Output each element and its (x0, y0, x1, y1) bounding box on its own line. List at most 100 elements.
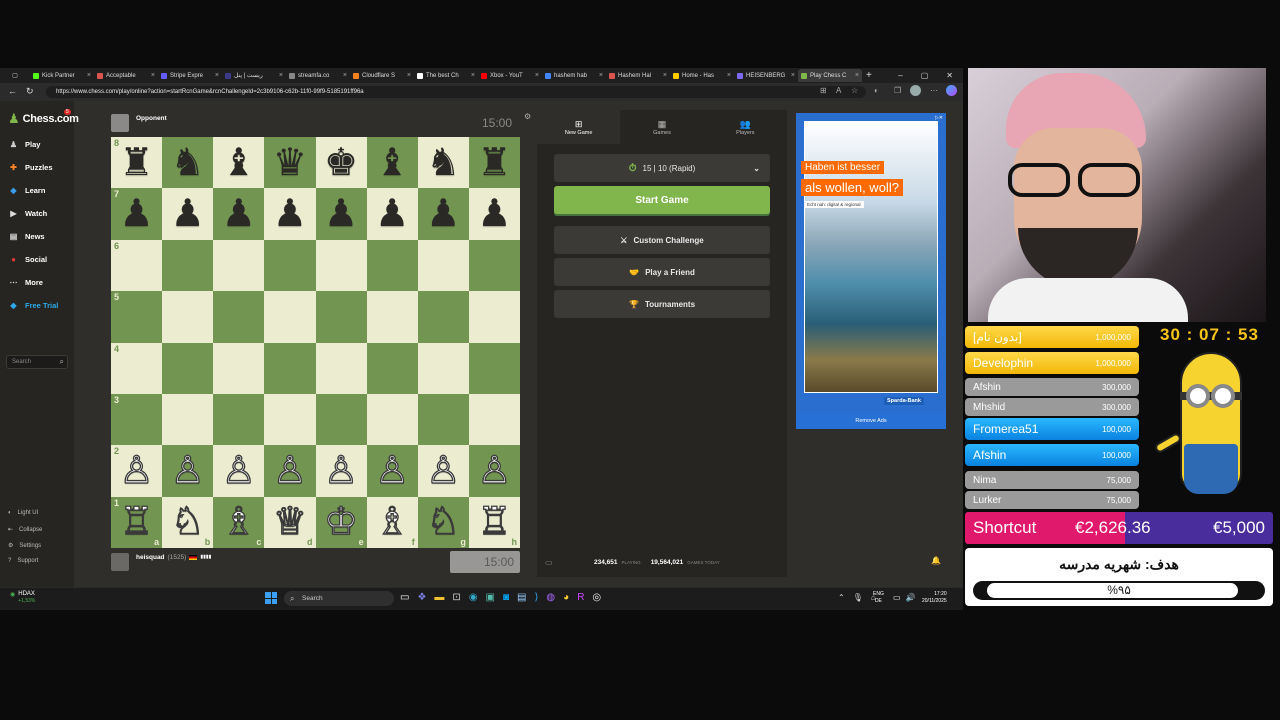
board-square[interactable]: ♙ (315, 445, 367, 497)
tab-close-icon[interactable]: × (279, 72, 283, 79)
black-piece[interactable]: ♜ (477, 144, 511, 182)
board-square[interactable]: ♙ (468, 445, 520, 497)
browser-tab[interactable]: ریست | پنل × (222, 69, 286, 82)
black-piece[interactable]: ♞ (171, 144, 205, 182)
board-square[interactable] (264, 342, 316, 394)
white-piece[interactable]: ♗ (221, 503, 256, 542)
sidebar-item-learn[interactable]: ◆ Learn (8, 185, 45, 196)
board-square[interactable]: ♝ (213, 137, 265, 189)
chevron-up-icon[interactable]: ⌃ (838, 593, 845, 602)
board-square[interactable] (417, 239, 469, 292)
maximize-icon[interactable]: ▢ (921, 71, 929, 80)
sidebar-item-news[interactable]: ▤ News (8, 231, 45, 242)
chrome-icon[interactable]: ◕ (563, 592, 569, 603)
display-icon[interactable]: ▭ (893, 593, 901, 602)
notification-bell-icon[interactable]: 🔔 (931, 556, 941, 565)
black-piece[interactable]: ♛ (273, 144, 307, 182)
board-square[interactable]: ♜ (468, 137, 520, 189)
board-square[interactable]: ♙ (366, 445, 418, 497)
search-input[interactable]: Search ⌕ (6, 355, 68, 369)
black-piece[interactable]: ♟ (222, 195, 256, 233)
board-square[interactable] (417, 342, 469, 394)
board-square[interactable]: h ♖ (468, 496, 520, 548)
menu-dots-icon[interactable]: ⋯ (930, 86, 938, 95)
board-square[interactable]: 8 ♜ (111, 137, 163, 189)
browser-tab[interactable]: hashem hab × (542, 69, 606, 82)
board-square[interactable] (417, 393, 469, 446)
tournaments-button[interactable]: 🏆 Tournaments (554, 290, 770, 318)
board-square[interactable] (468, 342, 520, 394)
board-square[interactable]: 6 (111, 239, 163, 292)
browser-tab[interactable]: Xbox - YouT × (478, 69, 542, 82)
copilot-icon[interactable] (946, 85, 957, 96)
browser-tab[interactable]: Stripe Expre × (158, 69, 222, 82)
rider-icon[interactable]: R (577, 592, 584, 603)
teams-icon[interactable]: ❖ (417, 592, 426, 603)
board-square[interactable]: ♟ (366, 188, 418, 240)
black-piece[interactable]: ♝ (222, 144, 256, 182)
board-square[interactable] (468, 291, 520, 343)
board-square[interactable]: ♙ (417, 445, 469, 497)
white-piece[interactable]: ♗ (374, 503, 409, 542)
tab-close-icon[interactable]: × (535, 72, 539, 79)
white-piece[interactable]: ♘ (426, 503, 461, 542)
board-square[interactable]: 3 (111, 393, 163, 446)
board-square[interactable] (315, 342, 367, 394)
browser-tab[interactable]: Play Chess C × (798, 69, 862, 82)
tab-close-icon[interactable]: × (215, 72, 219, 79)
browser-tab[interactable]: Kick Partner × (30, 69, 94, 82)
mic-icon[interactable]: 🎙 (853, 593, 863, 602)
black-piece[interactable]: ♜ (120, 144, 154, 182)
board-square[interactable]: ♟ (315, 188, 367, 240)
ad-banner[interactable]: Haben ist besser als wollen, woll? Echt … (796, 113, 946, 429)
volume-icon[interactable]: 🔊 (906, 593, 916, 602)
board-square[interactable] (264, 393, 316, 446)
board-square[interactable]: ♙ (213, 445, 265, 497)
refresh-icon[interactable]: ↻ (26, 86, 34, 97)
white-piece[interactable]: ♘ (170, 503, 205, 542)
taskbar-search[interactable]: ⌕ Search (284, 591, 394, 606)
extensions-icon[interactable]: ◐ (874, 86, 879, 95)
board-square[interactable] (213, 342, 265, 394)
sidebar-bottom-collapse[interactable]: ⇤ Collapse (8, 526, 42, 534)
board-square[interactable]: 1 a ♖ (111, 496, 163, 548)
board-square[interactable]: ♚ (315, 137, 367, 189)
browser-tab[interactable]: The best Ch × (414, 69, 478, 82)
play-friend-button[interactable]: 🤝 Play a Friend (554, 258, 770, 286)
board-square[interactable]: g ♘ (417, 496, 469, 548)
windows-start-icon[interactable] (265, 592, 277, 604)
black-piece[interactable]: ♟ (477, 195, 511, 233)
board-square[interactable] (162, 393, 214, 446)
sidebar-item-free-trial[interactable]: ◆ Free Trial (8, 300, 58, 311)
board-square[interactable]: ♟ (213, 188, 265, 240)
board-square[interactable]: ♞ (417, 137, 469, 189)
edge-icon[interactable]: ◉ (469, 592, 478, 603)
white-piece[interactable]: ♙ (374, 451, 409, 490)
sidebar-item-puzzles[interactable]: ✚ Puzzles (8, 162, 52, 173)
board-square[interactable] (213, 393, 265, 446)
board-square[interactable] (162, 291, 214, 343)
tab-players[interactable]: 👥 Players (704, 110, 787, 144)
board-square[interactable]: ♟ (264, 188, 316, 240)
app2-icon[interactable]: ▤ (517, 592, 526, 603)
outlook-icon[interactable]: ◙ (503, 592, 509, 603)
board-square[interactable]: 2 ♙ (111, 445, 163, 497)
sidebar-bottom-settings[interactable]: ⚙ Settings (8, 542, 41, 550)
sidebar-bottom-light-ui[interactable]: ◐ Light UI (8, 510, 38, 516)
white-piece[interactable]: ♔ (323, 503, 358, 542)
collections-icon[interactable]: ❐ (894, 86, 901, 95)
tab-close-icon[interactable]: × (407, 72, 411, 79)
sidebar-bottom-support[interactable]: ? Support (8, 558, 38, 564)
board-square[interactable] (366, 239, 418, 292)
board-square[interactable] (468, 393, 520, 446)
board-square[interactable] (315, 239, 367, 292)
board-square[interactable]: ♟ (417, 188, 469, 240)
close-icon[interactable]: ✕ (946, 71, 953, 80)
board-square[interactable]: f ♗ (366, 496, 418, 548)
chess-logo[interactable]: ♟ Chess.com 5 (8, 109, 79, 127)
white-piece[interactable]: ♙ (426, 451, 461, 490)
clock[interactable]: 17:20 20/11/2025 (922, 591, 947, 605)
black-piece[interactable]: ♟ (324, 195, 358, 233)
browser-tab[interactable]: Cloudflare S × (350, 69, 414, 82)
board-square[interactable] (315, 393, 367, 446)
